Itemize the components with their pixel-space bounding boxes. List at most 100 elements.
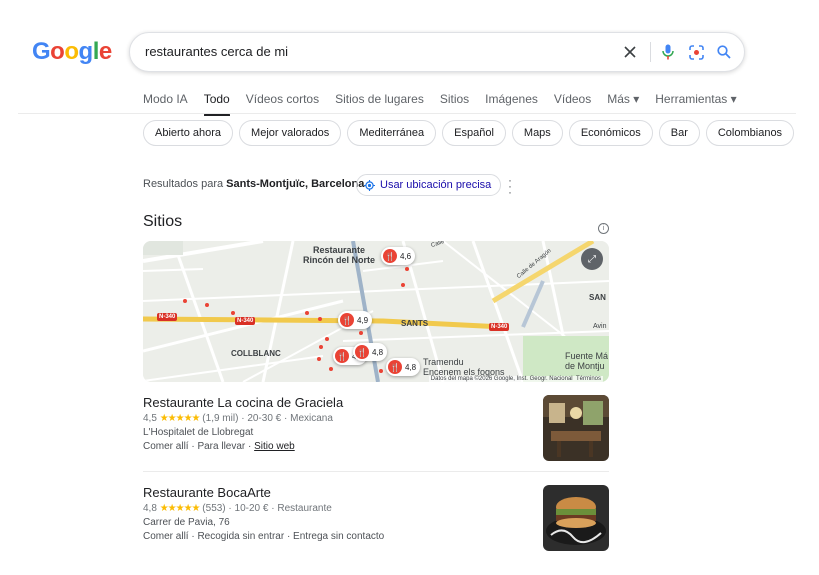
- map-attribution-text: Datos del mapa ©2026 Google, Inst. Geogr…: [430, 376, 573, 382]
- map-label-rincon: Restaurante Rincón del Norte: [303, 245, 376, 265]
- place-category: Restaurante: [277, 503, 332, 514]
- map-label-collblanc: COLLBLANC: [231, 349, 281, 358]
- logo-letter: G: [32, 38, 51, 65]
- place-services: Comer allí · Para llevar ·: [143, 441, 252, 452]
- search-input[interactable]: restaurantes cerca de mi: [145, 44, 288, 59]
- map-dot[interactable]: [318, 317, 322, 321]
- map-dot[interactable]: [359, 331, 363, 335]
- map-pin[interactable]: 🍴 4,8: [386, 358, 421, 376]
- more-options-icon[interactable]: · · ·: [508, 174, 512, 198]
- results-map[interactable]: Restaurante Rincón del Norte SANTS COLLB…: [143, 241, 609, 382]
- place-photo: [543, 485, 609, 551]
- map-attribution: Datos del mapa ©2026 Google, Inst. Geogr…: [428, 376, 603, 382]
- results-divider: [143, 471, 609, 472]
- map-terms-link[interactable]: Términos: [576, 376, 601, 382]
- map-dot[interactable]: [205, 303, 209, 307]
- mic-icon[interactable]: [658, 42, 678, 62]
- map-pin[interactable]: 🍴 4,6: [381, 247, 416, 265]
- pin-rating: 4,8: [405, 362, 417, 372]
- chip-colombianos[interactable]: Colombianos: [705, 120, 795, 146]
- close-icon[interactable]: [620, 42, 640, 62]
- logo-letter: g: [78, 38, 94, 65]
- search-divider: [650, 42, 651, 62]
- map-dot[interactable]: [319, 345, 323, 349]
- restaurant-icon: 🍴: [383, 249, 397, 263]
- rating-stars: ★★★★★: [159, 413, 201, 424]
- place-address: Carrer de Pavia, 76: [143, 517, 230, 528]
- map-dot[interactable]: [379, 369, 383, 373]
- filter-chips: Abierto ahora Mejor valorados Mediterrán…: [143, 120, 800, 146]
- chip-economicos[interactable]: Económicos: [568, 120, 653, 146]
- results-prefix: Resultados para: [143, 178, 224, 190]
- google-logo[interactable]: Google: [32, 38, 112, 66]
- restaurant-icon: 🍴: [388, 360, 402, 374]
- search-box[interactable]: restaurantes cerca de mi: [129, 32, 745, 72]
- restaurant-icon: 🍴: [340, 313, 354, 327]
- map-dot[interactable]: [329, 367, 333, 371]
- place-result[interactable]: Restaurante BocaArte 4,8 ★★★★★ (553) · 1…: [143, 485, 609, 551]
- place-rating-row: 4,8 ★★★★★ (553) · 10-20 € · Restaurante: [143, 503, 332, 514]
- map-dot[interactable]: [231, 311, 235, 315]
- rating-stars: ★★★★★: [159, 503, 201, 514]
- info-icon[interactable]: i: [598, 223, 609, 234]
- map-dot[interactable]: [183, 299, 187, 303]
- logo-letter: o: [64, 38, 79, 65]
- road-tag: N-340: [235, 317, 256, 325]
- place-result[interactable]: Restaurante La cocina de Graciela 4,5 ★★…: [143, 395, 609, 461]
- precise-location-button[interactable]: Usar ubicación precisa: [356, 174, 502, 196]
- chip-bar[interactable]: Bar: [658, 120, 700, 146]
- place-category: Mexicana: [290, 413, 333, 424]
- place-rating: 4,5: [143, 413, 157, 424]
- place-rating: 4,8: [143, 503, 157, 514]
- chip-maps[interactable]: Maps: [511, 120, 563, 146]
- map-label-sants: SANTS: [401, 319, 429, 328]
- tabs-divider: [18, 113, 796, 114]
- chip-abierto-ahora[interactable]: Abierto ahora: [143, 120, 234, 146]
- restaurant-icon: 🍴: [335, 349, 349, 363]
- website-link[interactable]: Sitio web: [254, 441, 295, 452]
- map-label-tramendu: Tramendu Encenem els fogons: [423, 357, 505, 377]
- expand-map-icon[interactable]: ⤢: [581, 248, 603, 270]
- pin-rating: 4,6: [400, 251, 412, 261]
- map-label-san: SAN: [589, 293, 606, 302]
- results-location: Sants-Montjuïc, Barcelona: [226, 178, 365, 190]
- chip-mediterranea[interactable]: Mediterránea: [347, 120, 437, 146]
- map-label-fuente: Fuente Má de Montju: [565, 351, 609, 371]
- road-tag: N-340: [489, 323, 510, 331]
- map-dot[interactable]: [401, 283, 405, 287]
- place-rating-row: 4,5 ★★★★★ (1,9 mil) · 20-30 € · Mexicana: [143, 413, 333, 424]
- place-name[interactable]: Restaurante BocaArte: [143, 485, 609, 500]
- restaurant-icon: 🍴: [355, 345, 369, 359]
- place-reviews: (553): [202, 503, 226, 514]
- chip-espanol[interactable]: Español: [442, 120, 506, 146]
- map-pin[interactable]: 🍴 4,8: [353, 343, 388, 361]
- section-title: Sitios: [143, 213, 183, 230]
- place-services-row: Comer allí · Para llevar · Sitio web: [143, 441, 609, 452]
- place-services: Comer allí · Recogida sin entrar · Entre…: [143, 531, 385, 542]
- place-name[interactable]: Restaurante La cocina de Graciela: [143, 395, 609, 410]
- place-price: 10-20 €: [234, 503, 269, 514]
- map-dot[interactable]: [405, 267, 409, 271]
- place-thumbnail[interactable]: [543, 485, 609, 551]
- pin-rating: 4,8: [372, 347, 384, 357]
- place-reviews: (1,9 mil): [202, 413, 239, 424]
- place-thumbnail[interactable]: [543, 395, 609, 461]
- road-tag: N-340: [157, 313, 178, 321]
- precise-location-label: Usar ubicación precisa: [380, 179, 492, 191]
- place-price: 20-30 €: [247, 413, 282, 424]
- map-dot[interactable]: [325, 337, 329, 341]
- results-location-text: Resultados para Sants-Montjuïc, Barcelon…: [143, 178, 364, 190]
- logo-letter: e: [98, 38, 112, 65]
- map-label-avin: Avin: [593, 323, 607, 330]
- map-dot[interactable]: [305, 311, 309, 315]
- lens-icon[interactable]: [686, 42, 706, 62]
- chip-mejor-valorados[interactable]: Mejor valorados: [239, 120, 342, 146]
- map-pin[interactable]: 🍴 4,9: [338, 311, 373, 329]
- map-dot[interactable]: [317, 357, 321, 361]
- pin-rating: 4,9: [357, 315, 369, 325]
- search-icon[interactable]: [714, 42, 734, 62]
- place-photo: [543, 395, 609, 461]
- location-target-icon: [364, 179, 375, 191]
- logo-letter: o: [50, 38, 65, 65]
- place-address: L'Hospitalet de Llobregat: [143, 427, 254, 438]
